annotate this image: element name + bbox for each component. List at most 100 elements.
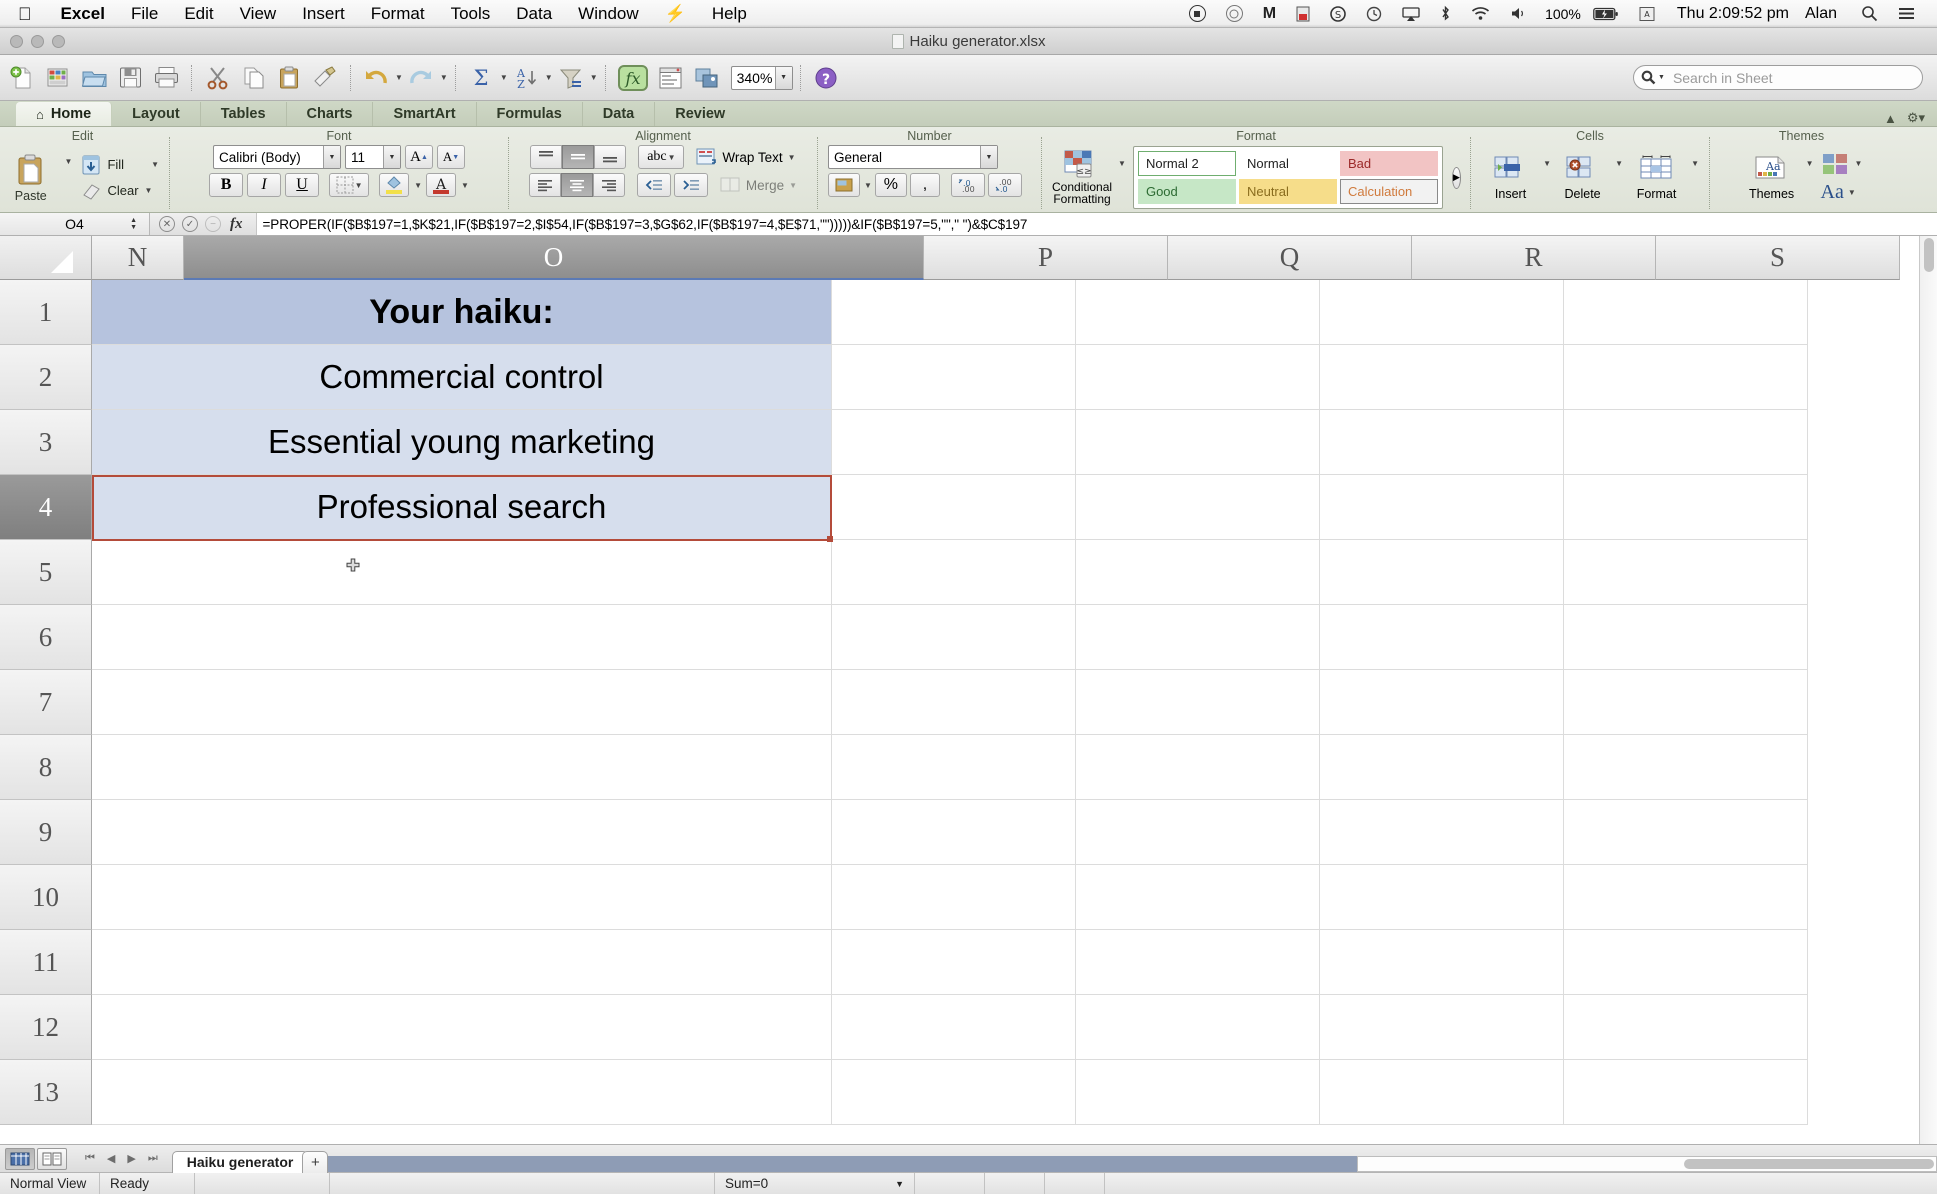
row-header-9[interactable]: 9 xyxy=(0,800,92,865)
underline-button[interactable]: U xyxy=(285,173,320,197)
cell-o11[interactable] xyxy=(92,930,832,995)
toolbox-button[interactable] xyxy=(653,61,689,95)
cell-o2[interactable]: Commercial control xyxy=(92,345,832,410)
conditional-formatting-dropdown-arrow[interactable]: ▼ xyxy=(1118,159,1126,168)
cell-r10[interactable] xyxy=(1320,865,1564,930)
cell-p4[interactable] xyxy=(832,475,1076,540)
row-header-3[interactable]: 3 xyxy=(0,410,92,475)
open-template-gallery-button[interactable] xyxy=(40,61,76,95)
menu-item-window[interactable]: Window xyxy=(565,4,651,24)
media-browser-button[interactable] xyxy=(689,61,725,95)
malwarebytes-icon[interactable]: M xyxy=(1253,5,1286,23)
paste-dropdown-arrow[interactable]: ▼ xyxy=(65,157,73,166)
cell-q6[interactable] xyxy=(1076,605,1320,670)
cell-q10[interactable] xyxy=(1076,865,1320,930)
cell-p12[interactable] xyxy=(832,995,1076,1060)
cell-p6[interactable] xyxy=(832,605,1076,670)
cell-s10[interactable] xyxy=(1564,865,1808,930)
airplay-icon[interactable] xyxy=(1392,6,1430,22)
fx-icon[interactable]: fx xyxy=(228,216,247,233)
row-header-12[interactable]: 12 xyxy=(0,995,92,1060)
formula-input[interactable]: =PROPER(IF($B$197=1,$K$21,IF($B$197=2,$I… xyxy=(255,213,1937,235)
decrease-decimal-button[interactable]: .00.0 xyxy=(987,173,1022,197)
column-header-n[interactable]: N xyxy=(92,236,184,280)
cell-p2[interactable] xyxy=(832,345,1076,410)
style-neutral[interactable]: Neutral xyxy=(1238,179,1337,204)
cell-o4[interactable]: Professional search xyxy=(92,475,832,540)
tab-review[interactable]: Review xyxy=(655,102,745,126)
delete-dropdown-arrow[interactable]: ▼ xyxy=(1615,159,1623,168)
open-button[interactable] xyxy=(76,61,112,95)
paste-button[interactable] xyxy=(271,61,307,95)
flash-icon[interactable]: ⚡ xyxy=(652,4,699,24)
new-workbook-button[interactable] xyxy=(4,61,40,95)
cut-button[interactable] xyxy=(199,61,235,95)
name-box-stepper[interactable]: ▲ ▼ xyxy=(130,217,137,231)
nav-first-icon[interactable]: ⏮ xyxy=(85,1152,95,1165)
autosum-button[interactable]: Σ xyxy=(463,61,499,95)
themes-button[interactable]: Aa Themes xyxy=(1741,155,1803,201)
conditional-formatting-button[interactable]: ≤≥ Conditional Formatting xyxy=(1052,150,1112,205)
clear-button[interactable]: Clear ▼ xyxy=(80,180,159,202)
page-layout-icon[interactable] xyxy=(37,1147,67,1170)
number-format-dropdown-arrow[interactable]: ▼ xyxy=(980,146,997,168)
cell-o13[interactable] xyxy=(92,1060,832,1125)
menu-item-format[interactable]: Format xyxy=(358,4,438,24)
number-format-select[interactable]: General ▼ xyxy=(828,145,998,169)
font-color-dropdown-arrow[interactable]: ▼ xyxy=(461,181,469,190)
align-center-button[interactable] xyxy=(560,173,593,197)
cancel-icon[interactable]: ✕ xyxy=(159,216,175,232)
font-size-input[interactable]: 11 ▼ xyxy=(345,145,401,169)
column-header-r[interactable]: R xyxy=(1412,236,1656,280)
align-bottom-button[interactable] xyxy=(594,145,627,169)
search-icon[interactable] xyxy=(1851,5,1888,22)
merge-button[interactable]: Merge ▼ xyxy=(720,176,797,194)
volume-icon[interactable] xyxy=(1500,6,1537,21)
comma-button[interactable]: , xyxy=(909,173,940,197)
cell-o1[interactable]: Your haiku: xyxy=(92,280,832,345)
notification-center-icon[interactable] xyxy=(1888,6,1925,21)
formula-builder-button[interactable]: fx xyxy=(613,61,653,95)
row-header-5[interactable]: 5 xyxy=(0,540,92,605)
cell-q8[interactable] xyxy=(1076,735,1320,800)
paste-button[interactable]: Paste xyxy=(6,152,56,203)
cell-o5[interactable] xyxy=(92,540,832,605)
align-left-button[interactable] xyxy=(528,173,561,197)
borders-button[interactable]: ▼ xyxy=(329,173,370,197)
search-in-sheet-box[interactable]: ▼ Search in Sheet xyxy=(1633,65,1923,90)
sort-dropdown-arrow[interactable]: ▼ xyxy=(545,73,553,82)
vertical-scrollbar[interactable] xyxy=(1919,236,1937,1144)
format-dropdown-arrow[interactable]: ▼ xyxy=(1691,159,1699,168)
cell-r11[interactable] xyxy=(1320,930,1564,995)
tab-tables[interactable]: Tables xyxy=(201,102,287,126)
fill-dropdown-arrow[interactable]: ▼ xyxy=(151,160,159,169)
wifi-icon[interactable] xyxy=(1461,6,1500,21)
style-good[interactable]: Good xyxy=(1137,179,1236,204)
cell-s1[interactable] xyxy=(1564,280,1808,345)
row-header-10[interactable]: 10 xyxy=(0,865,92,930)
cell-p8[interactable] xyxy=(832,735,1076,800)
input-source-icon[interactable]: A xyxy=(1629,6,1665,22)
style-bad[interactable]: Bad xyxy=(1339,151,1438,176)
cell-p3[interactable] xyxy=(832,410,1076,475)
cell-q5[interactable] xyxy=(1076,540,1320,605)
cell-q3[interactable] xyxy=(1076,410,1320,475)
cell-o9[interactable] xyxy=(92,800,832,865)
cell-o12[interactable] xyxy=(92,995,832,1060)
decrease-indent-button[interactable] xyxy=(636,173,671,197)
format-painter-button[interactable] xyxy=(307,61,343,95)
cell-s9[interactable] xyxy=(1564,800,1808,865)
zoom-dropdown-arrow[interactable]: ▼ xyxy=(774,66,792,89)
style-calculation[interactable]: Calculation xyxy=(1339,179,1438,204)
cell-s7[interactable] xyxy=(1564,670,1808,735)
styles-more-button[interactable]: ▶ xyxy=(1451,166,1461,189)
vertical-scrollbar-thumb[interactable] xyxy=(1924,238,1934,272)
nav-prev-icon[interactable]: ◀ xyxy=(107,1152,115,1165)
tab-data[interactable]: Data xyxy=(583,102,656,126)
delete-cells-button[interactable]: Delete xyxy=(1553,155,1612,201)
cell-o7[interactable] xyxy=(92,670,832,735)
filter-button[interactable] xyxy=(553,61,589,95)
cell-s12[interactable] xyxy=(1564,995,1808,1060)
orientation-dropdown-arrow[interactable]: ▼ xyxy=(668,153,676,162)
bold-button[interactable]: B xyxy=(209,173,244,197)
